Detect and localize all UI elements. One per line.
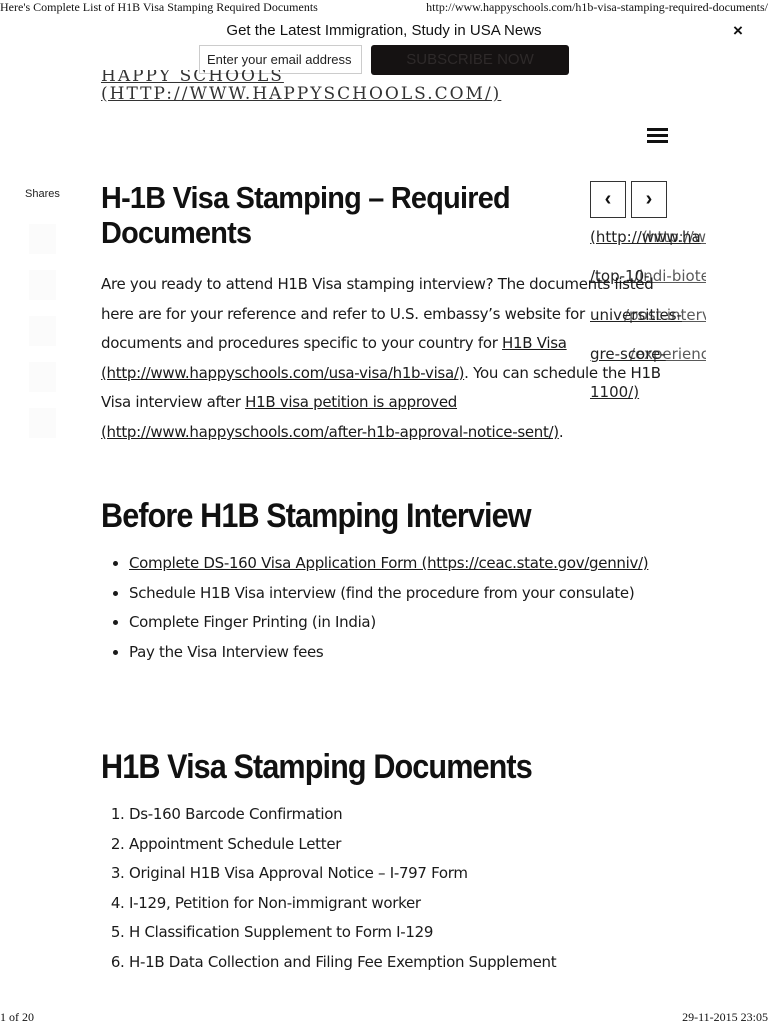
section-heading-before-interview: Before H1B Stamping Interview — [101, 497, 532, 535]
shares-label: Shares — [25, 188, 60, 200]
list-item: H-1B Data Collection and Filing Fee Exem… — [129, 948, 709, 978]
share-button[interactable] — [29, 408, 56, 438]
list-item: Original H1B Visa Approval Notice – I-79… — [129, 859, 709, 889]
list-item: I-129, Petition for Non-immigrant worker — [129, 889, 709, 919]
list-item: Ds-160 Barcode Confirmation — [129, 800, 709, 830]
before-interview-list: Complete DS-160 Visa Application Form (h… — [101, 549, 709, 667]
page-title: H-1B Visa Stamping – Required Documents — [101, 180, 511, 250]
newsletter-text: Get the Latest Immigration, Study in USA… — [226, 22, 542, 39]
menu-bar — [647, 128, 668, 131]
menu-bar — [647, 134, 668, 137]
site-logo-link[interactable]: HAPPY SCHOOLS (HTTP://WWW.HAPPYSCHOOLS.C… — [101, 70, 501, 103]
site-logo-line2: (HTTP://WWW.HAPPYSCHOOLS.COM/) — [101, 84, 502, 104]
next-post-link[interactable]: (http://www.ha — [642, 228, 706, 246]
share-button[interactable] — [29, 270, 56, 300]
print-page-number: 1 of 20 — [0, 1010, 34, 1024]
stamping-documents-list: Ds-160 Barcode Confirmation Appointment … — [101, 800, 709, 978]
share-button[interactable] — [29, 224, 56, 254]
print-url: http://www.happyschools.com/h1b-visa-sta… — [426, 0, 768, 14]
list-item: Pay the Visa Interview fees — [129, 638, 709, 668]
menu-bar — [647, 140, 668, 143]
list-item: Appointment Schedule Letter — [129, 830, 709, 860]
intro-text: . — [558, 422, 564, 441]
close-icon[interactable]: × — [733, 21, 743, 41]
section-heading-stamping-documents: H1B Visa Stamping Documents — [101, 748, 533, 786]
share-button[interactable] — [29, 362, 56, 392]
intro-text: Are you ready to attend H1B Visa stampin… — [101, 275, 654, 353]
intro-paragraph: Are you ready to attend H1B Visa stampin… — [101, 270, 661, 448]
next-post-button[interactable]: › — [631, 181, 667, 218]
list-item: Complete Finger Printing (in India) — [129, 608, 709, 638]
prev-post-button[interactable]: ‹ — [590, 181, 626, 218]
print-datetime: 29-11-2015 23:05 — [682, 1010, 768, 1024]
share-button[interactable] — [29, 316, 56, 346]
ds160-form-link[interactable]: Complete DS-160 Visa Application Form (h… — [129, 554, 649, 572]
list-item: Schedule H1B Visa interview (find the pr… — [129, 579, 709, 609]
list-item: Complete DS-160 Visa Application Form (h… — [129, 549, 709, 579]
chevron-left-icon: ‹ — [604, 188, 612, 210]
chevron-right-icon: › — [645, 188, 653, 210]
hamburger-menu-icon[interactable] — [647, 128, 668, 146]
print-page-title: Here's Complete List of H1B Visa Stampin… — [0, 0, 318, 14]
list-item: H Classification Supplement to Form I-12… — [129, 918, 709, 948]
